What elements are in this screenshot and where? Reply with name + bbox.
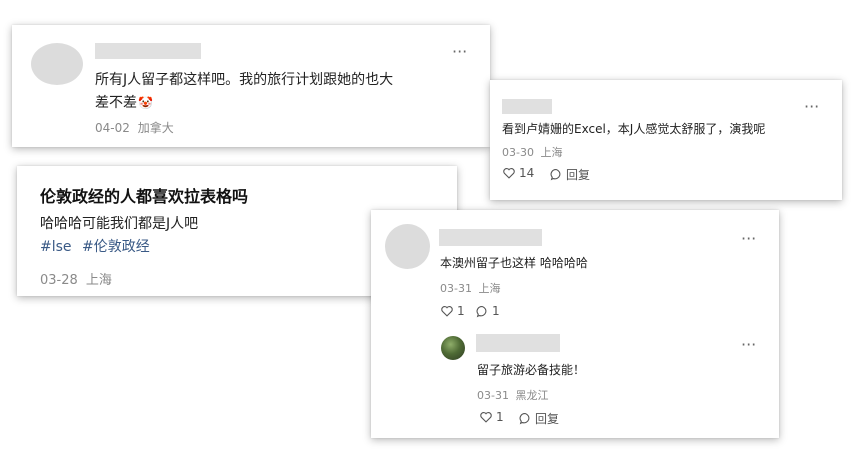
reply-avatar[interactable] [441,336,465,360]
comment-text: 看到卢婧姗的Excel，本J人感觉太舒服了，演我呢 [502,122,766,136]
username-redacted[interactable] [502,99,552,114]
comment-date: 03-31 [440,282,472,295]
comment-date: 03-30 [502,146,534,159]
post-location: 上海 [85,273,112,288]
comment-location: 上海 [478,282,501,295]
post-tags: #lse #伦敦政经 [40,236,150,256]
clown-emoji-icon: 🤡 [138,96,153,110]
reply-date: 03-31 [477,389,509,402]
comment-location: 加拿大 [137,121,174,135]
like-count: 1 [457,304,465,318]
comment-text-line-2: 差不差🤡 [95,92,153,112]
post-text: 哈哈哈可能我们都是J人吧 [40,216,199,232]
more-options-icon[interactable]: ··· [804,99,819,115]
username-redacted[interactable] [476,334,560,352]
reply-label: 回复 [535,412,560,426]
comment-date: 04-02 [95,121,130,135]
heart-icon [503,168,515,179]
heart-icon [441,306,453,317]
username-redacted[interactable] [439,229,542,246]
post-title: 伦敦政经的人都喜欢拉表格吗 [40,187,249,206]
reply-location: 黑龙江 [515,389,549,402]
post-date: 03-28 [40,273,78,288]
comment-text-line-2-label: 差不差 [95,95,137,111]
post-meta: 03-28 上海 [40,269,112,288]
like-button[interactable]: 1 [479,410,504,424]
username-redacted[interactable] [95,43,201,59]
comment-card-2: ··· 看到卢婧姗的Excel，本J人感觉太舒服了，演我呢 03-30 上海 1… [490,80,842,200]
reply-label: 回复 [566,168,591,182]
like-button[interactable]: 1 [440,304,465,318]
comment-meta: 04-02 加拿大 [95,119,174,136]
comment-card-1: ··· 所有J人留子都这样吧。我的旅行计划跟她的也大 差不差🤡 04-02 加拿… [12,25,490,147]
reply-meta: 03-31 黑龙江 [477,387,548,403]
reply-button[interactable]: 回复 [519,410,559,427]
like-count: 14 [519,166,535,180]
comment-location: 上海 [540,146,563,159]
comment-meta: 03-30 上海 [502,144,562,160]
comment-bubble-icon [519,413,530,425]
comment-text: 本澳州留子也这样 哈哈哈哈 [440,256,588,270]
reply-text: 留子旅游必备技能！ [477,363,586,377]
nested-reply: ··· 留子旅游必备技能！ 03-31 黑龙江 1 回复 [371,328,779,438]
heart-icon [480,412,492,423]
comment-bubble-icon [550,169,561,181]
tag-lse-chinese[interactable]: #伦敦政经 [82,239,150,255]
comment-card-4: ··· 本澳州留子也这样 哈哈哈哈 03-31 上海 1 1 ··· 留子旅游必… [371,210,779,438]
comment-meta: 03-31 上海 [440,280,500,296]
tag-lse[interactable]: #lse [40,239,72,255]
comment-count: 1 [492,304,500,318]
like-button[interactable]: 14 [502,166,534,180]
avatar[interactable] [31,43,83,85]
avatar[interactable] [385,224,430,269]
comment-bubble-icon [476,305,487,317]
reply-button[interactable]: 回复 [550,166,590,183]
more-options-icon[interactable]: ··· [452,44,467,60]
comment-text-line-1: 所有J人留子都这样吧。我的旅行计划跟她的也大 [95,72,394,88]
more-options-icon[interactable]: ··· [741,231,756,247]
more-options-icon[interactable]: ··· [741,337,756,353]
like-count: 1 [496,410,504,424]
comment-button[interactable]: 1 [476,304,500,318]
